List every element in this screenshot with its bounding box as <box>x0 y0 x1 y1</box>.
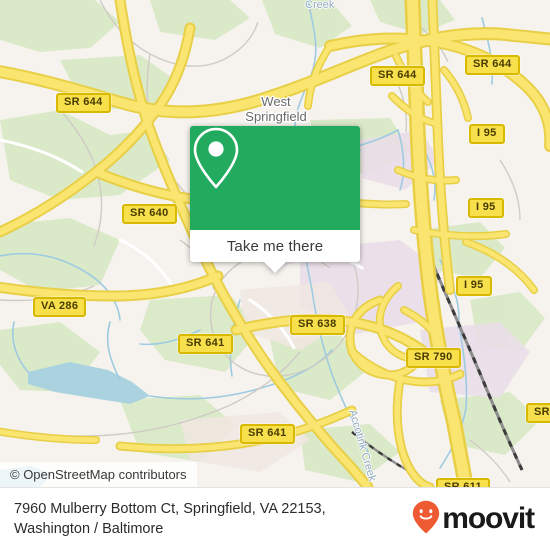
road-shield-sr640[interactable]: SR 640 <box>122 204 177 224</box>
popup-pin-area <box>190 126 360 230</box>
road-shield-sr790[interactable]: SR 790 <box>406 348 461 368</box>
road-shield-va286[interactable]: VA 286 <box>33 297 87 317</box>
road-shield-i95-mid[interactable]: I 95 <box>468 198 504 218</box>
road-shield-sr644-east[interactable]: SR 644 <box>465 55 520 75</box>
moovit-logo[interactable]: moovit <box>412 500 536 539</box>
osm-attribution[interactable]: © OpenStreetMap contributors <box>0 462 197 487</box>
road-shield-sr644-mid[interactable]: SR 644 <box>370 66 425 86</box>
footer-bar: 7960 Mulberry Bottom Ct, Springfield, VA… <box>0 487 550 550</box>
road-shield-sr644-west[interactable]: SR 644 <box>56 93 111 113</box>
road-shield-sr641-upper[interactable]: SR 641 <box>178 334 233 354</box>
road-shield-sr611[interactable]: SR 611 <box>436 478 490 487</box>
take-me-there-label: Take me there <box>226 237 324 255</box>
road-shield-sr6-edge[interactable]: SR 6 <box>526 403 550 423</box>
moovit-smiley-pin-icon <box>412 500 440 539</box>
road-shield-i95-north[interactable]: I 95 <box>469 124 505 144</box>
map-screenshot: West Springfield Creek Accotink Creek SR… <box>0 0 550 550</box>
map-canvas[interactable]: West Springfield Creek Accotink Creek SR… <box>0 0 550 487</box>
address-text: 7960 Mulberry Bottom Ct, Springfield, VA… <box>14 501 326 537</box>
location-popup[interactable]: Take me there <box>190 126 360 273</box>
road-shield-i95-south[interactable]: I 95 <box>456 276 492 296</box>
popup-pointer-tail <box>264 262 286 273</box>
road-shield-sr638[interactable]: SR 638 <box>290 315 345 335</box>
take-me-there-button[interactable]: Take me there <box>190 230 360 273</box>
moovit-wordmark: moovit <box>442 502 535 535</box>
road-shield-sr641-lower[interactable]: SR 641 <box>240 424 295 444</box>
